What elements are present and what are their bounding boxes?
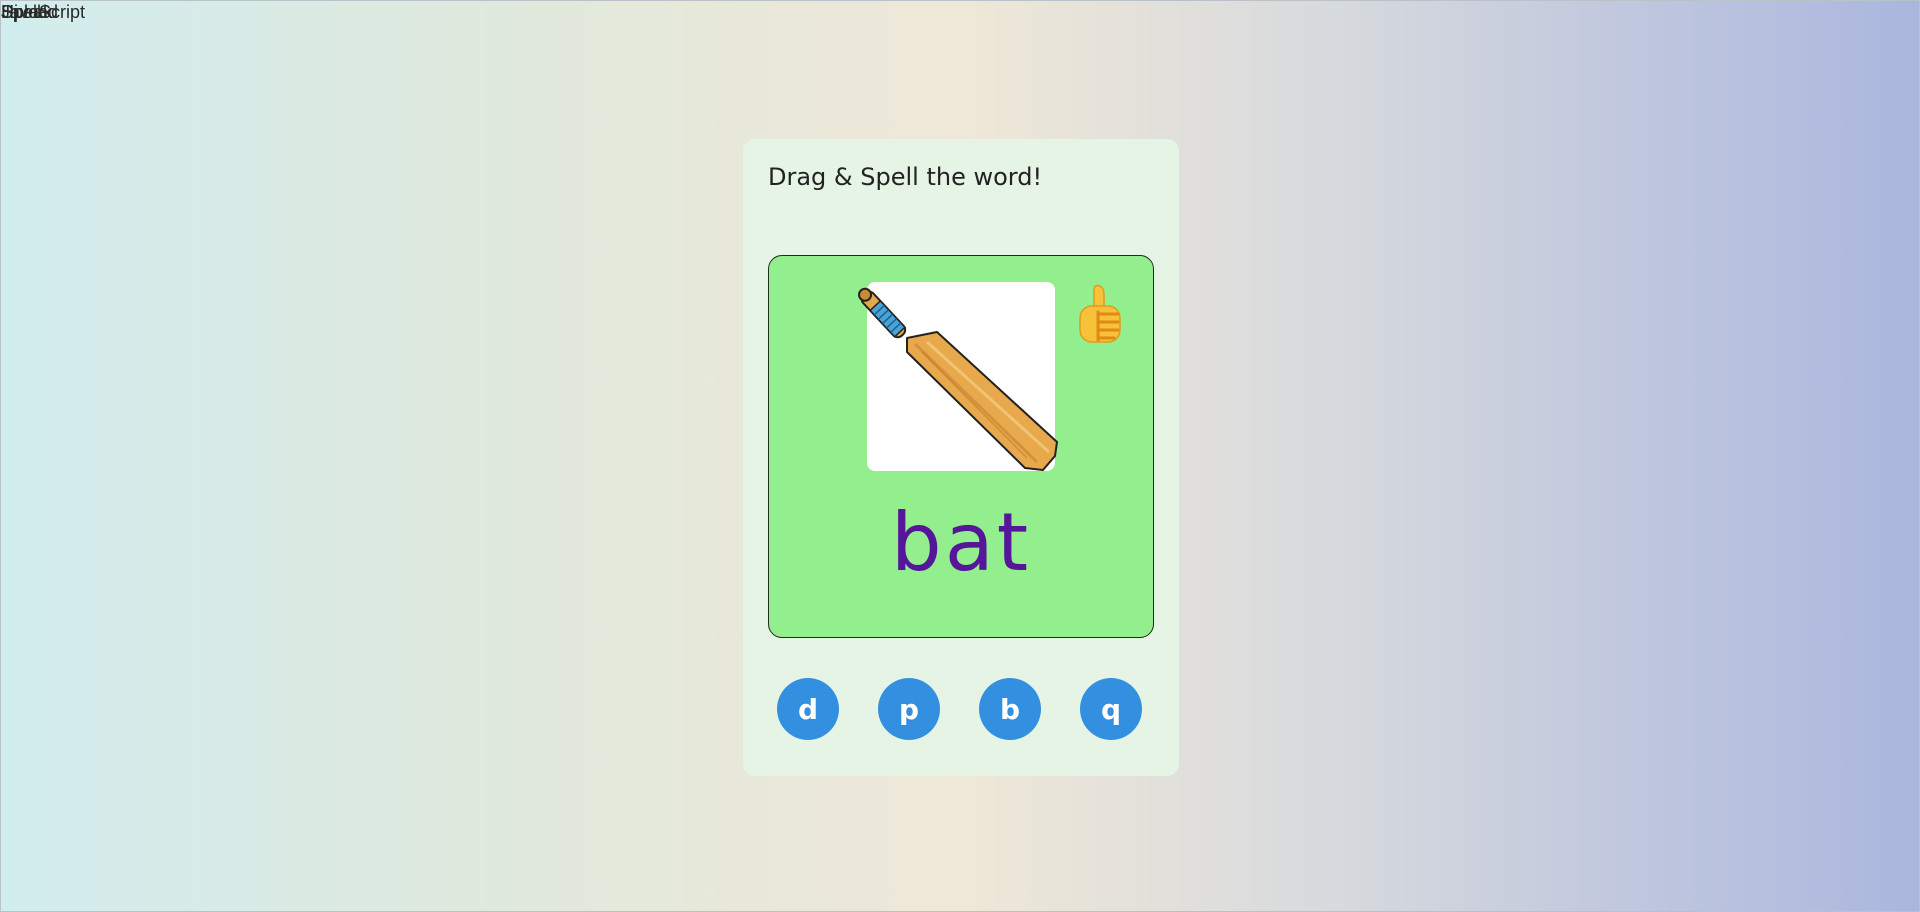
instruction-text: Drag & Spell the word! [768,163,1043,191]
letter-tile-d[interactable]: d [777,678,839,740]
letter-tile-q[interactable]: q [1080,678,1142,740]
top-label: Hi [1,2,18,22]
letter-choices: d p b q [777,678,1149,740]
drop-zone[interactable]: bat [768,255,1154,638]
cricket-bat-image [858,287,1058,471]
letter-tile-p[interactable]: p [878,678,940,740]
thumbs-up-icon [1079,284,1121,343]
spelling-game-card: Drag & Spell the word! bat d p b q [743,139,1179,776]
letter-tile-b[interactable]: b [979,678,1041,740]
word-picture [858,282,1058,471]
target-word: bat [890,496,1032,589]
